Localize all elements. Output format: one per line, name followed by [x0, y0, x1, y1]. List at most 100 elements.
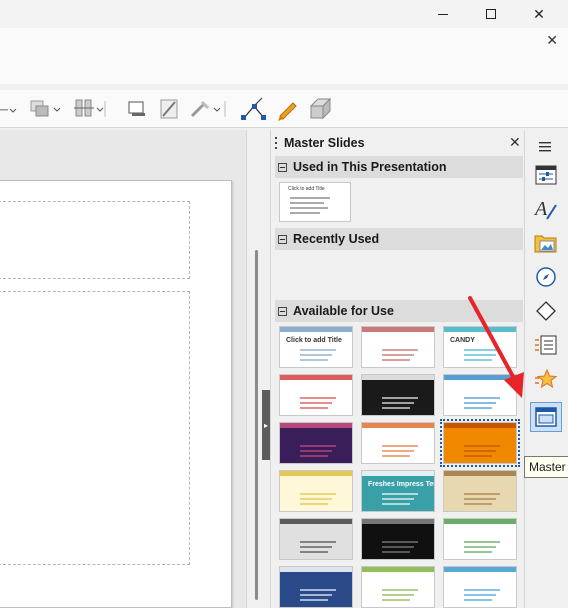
red-arrow-annotation: [468, 296, 524, 398]
section-used[interactable]: Used in This Presentation: [275, 156, 523, 178]
thumb-text-line: [382, 493, 418, 495]
thumb-text-line: [464, 551, 492, 553]
slide-edit-area: [0, 130, 246, 608]
glue-points-button[interactable]: [275, 98, 301, 121]
thumb-accent-bar: [280, 327, 352, 332]
current-slide[interactable]: [0, 180, 232, 608]
thumb-3-1[interactable]: [279, 422, 353, 464]
thumb-1-1[interactable]: Click to add Title: [279, 326, 353, 368]
close-document-icon[interactable]: ✕: [546, 32, 558, 49]
thumb-6-3[interactable]: [443, 566, 517, 608]
thumb-text-line: [300, 397, 336, 399]
arrange-icon: [0, 108, 17, 113]
styles-icon: A: [534, 198, 557, 220]
thumb-4-2[interactable]: Freshes Impress Template: [361, 470, 435, 512]
thumb-text-line: [382, 455, 410, 457]
points-icon: [241, 97, 266, 120]
thumb-text-line: [382, 589, 418, 591]
slide-transition-button[interactable]: [530, 330, 562, 360]
filter-icon: [190, 100, 226, 118]
thumb-text-line: [464, 599, 492, 601]
thumb-text-line: [300, 349, 336, 351]
panel-header: Master Slides ✕: [271, 130, 525, 156]
gallery-icon: [534, 235, 557, 253]
thumb-text-line: [300, 589, 336, 591]
thumb-accent-bar: [444, 567, 516, 572]
thumb-text-line: [464, 450, 496, 452]
navigator-button[interactable]: [530, 262, 562, 292]
section-recent[interactable]: Recently Used: [275, 228, 523, 250]
thumb-6-1[interactable]: [279, 566, 353, 608]
thumb-accent-bar: [362, 567, 434, 572]
thumb-1-2[interactable]: [361, 326, 435, 368]
collapse-icon: [278, 234, 287, 244]
thumb-text-line: [300, 402, 332, 404]
toggle-extrusion-button[interactable]: [308, 97, 334, 120]
thumb-6-2[interactable]: [361, 566, 435, 608]
thumb-5-3[interactable]: [443, 518, 517, 560]
grip-icon[interactable]: [275, 137, 278, 151]
filter-button[interactable]: [188, 98, 232, 120]
menu-row: ✕: [0, 28, 568, 84]
properties-button[interactable]: [530, 160, 562, 190]
title-bar: ✕: [0, 0, 568, 28]
thumb-text-line: [464, 493, 500, 495]
thumb-accent-bar: [280, 519, 352, 524]
content-placeholder[interactable]: [0, 291, 190, 565]
sidebar-menu-button[interactable]: [530, 132, 562, 162]
thumb-text-line: [300, 493, 336, 495]
distribute-button[interactable]: [72, 98, 116, 120]
minimize-button[interactable]: [420, 0, 466, 28]
thumb-text-line: [300, 359, 328, 361]
thumb-text-line: [464, 498, 496, 500]
master-slides-tooltip: Master Slides: [524, 456, 568, 478]
thumb-5-1[interactable]: [279, 518, 353, 560]
thumb-text-line: [300, 541, 336, 543]
scrollbar-thumb[interactable]: [255, 250, 258, 600]
close-window-button[interactable]: ✕: [516, 0, 562, 28]
points-button[interactable]: [240, 97, 270, 120]
shapes-button[interactable]: [530, 296, 562, 326]
align-objects-button[interactable]: [28, 98, 64, 120]
thumb-3-2[interactable]: [361, 422, 435, 464]
thumb-text-line: [464, 589, 500, 591]
crop-button[interactable]: [158, 98, 182, 120]
thumb-4-3[interactable]: [443, 470, 517, 512]
thumb-text-line: [300, 503, 328, 505]
thumb-2-2[interactable]: [361, 374, 435, 416]
distribute-icon: [74, 99, 106, 117]
styles-button[interactable]: A: [530, 194, 562, 224]
section-available-label: Available for Use: [293, 304, 394, 318]
thumb-4-1[interactable]: [279, 470, 353, 512]
thumb-text-line: [382, 349, 418, 351]
shapes-icon: [536, 301, 556, 321]
thumb-2-1[interactable]: [279, 374, 353, 416]
animation-button[interactable]: [530, 364, 562, 394]
thumb-accent-bar: [444, 519, 516, 524]
section-recent-label: Recently Used: [293, 232, 380, 246]
crop-icon: [160, 99, 178, 119]
shadow-button[interactable]: [126, 98, 148, 120]
thumb-text-line: [464, 455, 492, 457]
maximize-button[interactable]: [468, 0, 514, 28]
thumb-text-line: [300, 407, 328, 409]
thumb-accent-bar: [280, 471, 352, 476]
gallery-button[interactable]: [530, 228, 562, 258]
arrange-button[interactable]: [0, 98, 18, 120]
thumb-accent-bar: [362, 519, 434, 524]
vertical-scrollbar[interactable]: [246, 130, 264, 608]
thumb-5-2[interactable]: [361, 518, 435, 560]
drawing-toolbar: [0, 90, 568, 128]
used-master-thumb[interactable]: Click to add Title: [279, 182, 351, 222]
master-slides-button[interactable]: [530, 402, 562, 432]
navigator-icon: [536, 267, 556, 287]
title-placeholder[interactable]: [0, 201, 190, 279]
close-icon: ✕: [533, 5, 545, 22]
thumb-3-3[interactable]: [440, 419, 520, 467]
thumb-accent-bar: [280, 423, 352, 428]
sidebar-collapse-button[interactable]: ▸: [262, 390, 270, 460]
align-icon: [30, 100, 61, 117]
thumb-accent-bar: [444, 471, 516, 476]
thumb-accent-bar: [280, 375, 352, 380]
panel-close-icon[interactable]: ✕: [509, 134, 521, 151]
